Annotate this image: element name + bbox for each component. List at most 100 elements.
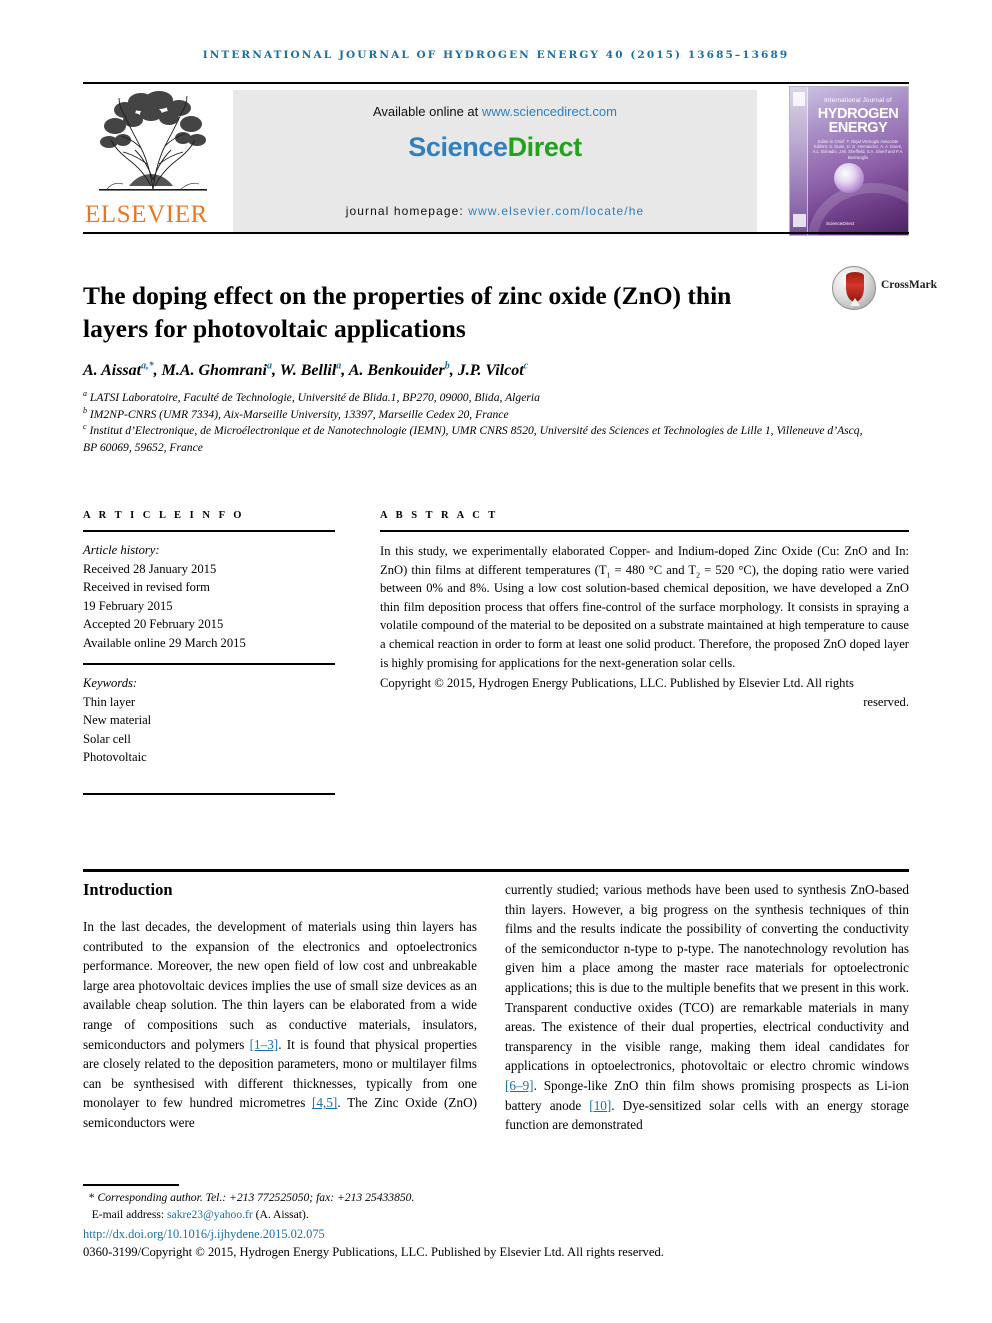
abstract-text: In this study, we experimentally elabora…: [380, 542, 909, 672]
abstract-copyright-main: Copyright © 2015, Hydrogen Energy Public…: [380, 676, 854, 691]
keyword-item: Thin layer: [83, 694, 136, 709]
available-online-prefix: Available online at: [372, 104, 482, 119]
section-heading-introduction: Introduction: [83, 880, 173, 899]
abstract-copyright-tail: reserved.: [863, 694, 909, 709]
crossmark-badge[interactable]: CrossMark: [832, 266, 937, 310]
email-link[interactable]: sakre23@yahoo.fr: [167, 1208, 253, 1221]
cover-elsevier-icon: [793, 92, 805, 106]
author-list: A. Aissata,*, M.A. Ghomrania, W. Bellila…: [83, 360, 529, 379]
keywords-label: Keywords:: [83, 676, 138, 690]
article-history-item: Accepted 20 February 2015: [83, 617, 224, 631]
abstract-part-3: = 520 °C), the doping ratio were varied …: [380, 562, 909, 670]
article-history-item: Received 28 January 2015: [83, 561, 217, 576]
keyword-item: New material: [83, 713, 152, 727]
body-column-right: currently studied; various methods have …: [505, 880, 909, 1135]
cover-top-text: International Journal of: [824, 97, 892, 104]
affiliation-mark: b: [83, 405, 87, 415]
affiliation-item: b IM2NP-CNRS (UMR 7334), Aix-Marseille U…: [83, 405, 873, 424]
article-history-item: Received in revised form: [83, 580, 210, 594]
cover-title-line2: ENERGY: [828, 120, 888, 136]
crossmark-shield-shape: [846, 272, 864, 302]
sciencedirect-wordmark-science: Science: [408, 132, 508, 162]
email-label: E-mail address:: [91, 1207, 168, 1221]
affiliation-text: Institut d’Electronique, de Microélectro…: [83, 424, 863, 454]
body-column-left: Introduction In the last decades, the de…: [83, 880, 477, 1133]
intro-paragraph-right: currently studied; various methods have …: [505, 880, 909, 1135]
email-note: E-mail address: sakre23@yahoo.fr (A. Ais…: [83, 1207, 503, 1224]
sciencedirect-panel: Available online at www.sciencedirect.co…: [233, 90, 757, 232]
author-marks: a: [266, 360, 272, 372]
keywords-rule: [83, 663, 335, 665]
corresponding-author-note: * Corresponding author. Tel.: +213 77252…: [83, 1191, 415, 1204]
journal-homepage-label: journal homepage:: [345, 204, 469, 218]
doi-link[interactable]: http://dx.doi.org/10.1016/j.ijhydene.201…: [83, 1227, 325, 1241]
cover-spine: [790, 87, 808, 235]
article-info-heading: A R T I C L E I N F O: [83, 510, 245, 521]
footnote-block: * Corresponding author. Tel.: +213 77252…: [83, 1190, 503, 1223]
affiliation-mark: a: [83, 389, 87, 399]
affiliation-item: c Institut d’Electronique, de Microélect…: [83, 423, 873, 456]
sciencedirect-wordmark: ScienceDirect: [233, 132, 757, 163]
citation-link-1-3[interactable]: [1–3]: [250, 1037, 279, 1052]
keywords-block: Keywords: Thin layer New material Solar …: [83, 674, 335, 767]
citation-link-6-9[interactable]: [6–9]: [505, 1078, 534, 1093]
crossmark-icon: [832, 266, 876, 310]
article-history-item: 19 February 2015: [83, 598, 173, 613]
author-name: W. Bellil: [279, 362, 337, 379]
cover-orb-graphic: [834, 163, 864, 193]
affiliation-list: a LATSI Laboratoire, Faculté de Technolo…: [83, 390, 873, 456]
intro-right-text-a: currently studied; various methods have …: [505, 882, 909, 1074]
author-marks: b: [444, 360, 450, 372]
cover-ihe-icon: [793, 214, 806, 227]
running-head: INTERNATIONAL JOURNAL OF HYDROGEN ENERGY…: [202, 49, 790, 61]
intro-paragraph-left: In the last decades, the development of …: [83, 917, 477, 1133]
body-top-rule: [83, 869, 909, 872]
abstract-heading: A B S T R A C T: [380, 510, 499, 521]
author-marks: a,*: [141, 360, 154, 372]
citation-link-4-5[interactable]: [4,5]: [312, 1095, 337, 1110]
article-history: Article history: Received 28 January 201…: [83, 541, 335, 652]
author-name: A. Aissat: [83, 362, 142, 379]
article-info-bottom-rule: [83, 793, 335, 795]
email-suffix: (A. Aissat).: [252, 1207, 309, 1221]
abstract-rule: [380, 530, 909, 532]
cover-ring-decoration: [808, 183, 908, 235]
article-info-block: A R T I C L E I N F O Article history: R…: [83, 510, 335, 767]
author-marks: c: [523, 360, 529, 372]
available-online-line: Available online at www.sciencedirect.co…: [233, 104, 757, 119]
doi-link-wrapper: http://dx.doi.org/10.1016/j.ijhydene.201…: [83, 1227, 325, 1242]
elsevier-logo: ELSEVIER: [83, 90, 229, 234]
journal-homepage-line: journal homepage: www.elsevier.com/locat…: [233, 204, 757, 218]
author-marks: a: [336, 360, 342, 372]
journal-homepage-link[interactable]: www.elsevier.com/locate/he: [468, 204, 644, 218]
article-info-rule: [83, 530, 335, 532]
affiliation-item: a LATSI Laboratoire, Faculté de Technolo…: [83, 390, 873, 407]
journal-cover-thumbnail: International Journal of HYDROGEN ENERGY…: [789, 86, 909, 236]
author-name: J.P. Vilcot: [457, 362, 524, 379]
affiliation-mark: c: [83, 422, 87, 432]
footnote-rule: [83, 1184, 179, 1186]
page-title: The doping effect on the properties of z…: [83, 281, 732, 344]
author-name: M.A. Ghomrani: [161, 362, 267, 379]
abstract-block: A B S T R A C T In this study, we experi…: [380, 510, 909, 711]
article-history-label: Article history:: [83, 543, 160, 557]
cover-editors-text: Editor-in-Chief: T. Nejat Veziroglu Asso…: [812, 139, 904, 160]
sciencedirect-link[interactable]: www.sciencedirect.com: [482, 104, 617, 119]
affiliation-text: IM2NP-CNRS (UMR 7334), Aix-Marseille Uni…: [89, 407, 509, 421]
author-name: A. Benkouider: [348, 362, 445, 379]
issn-copyright-line: 0360-3199/Copyright © 2015, Hydrogen Ene…: [83, 1245, 664, 1259]
masthead-bottom-rule: [83, 232, 909, 234]
citation-link-10[interactable]: [10]: [589, 1098, 611, 1113]
affiliation-text: LATSI Laboratoire, Faculté de Technologi…: [89, 391, 540, 404]
intro-text-a: In the last decades, the development of …: [83, 919, 477, 1052]
keyword-item: Solar cell: [83, 731, 131, 746]
keyword-item: Photovoltaic: [83, 750, 147, 764]
elsevier-wordmark: ELSEVIER: [85, 201, 208, 228]
masthead-top-rule: [83, 82, 909, 84]
journal-masthead: ELSEVIER Available online at www.science…: [83, 82, 909, 236]
cover-sciencedirect-mark: ScienceDirect: [826, 221, 855, 226]
crossmark-label: CrossMark: [881, 279, 938, 291]
abstract-copyright: Copyright © 2015, Hydrogen Energy Public…: [380, 674, 909, 711]
article-page: INTERNATIONAL JOURNAL OF HYDROGEN ENERGY…: [0, 0, 992, 1323]
article-history-item: Available online 29 March 2015: [83, 635, 246, 650]
